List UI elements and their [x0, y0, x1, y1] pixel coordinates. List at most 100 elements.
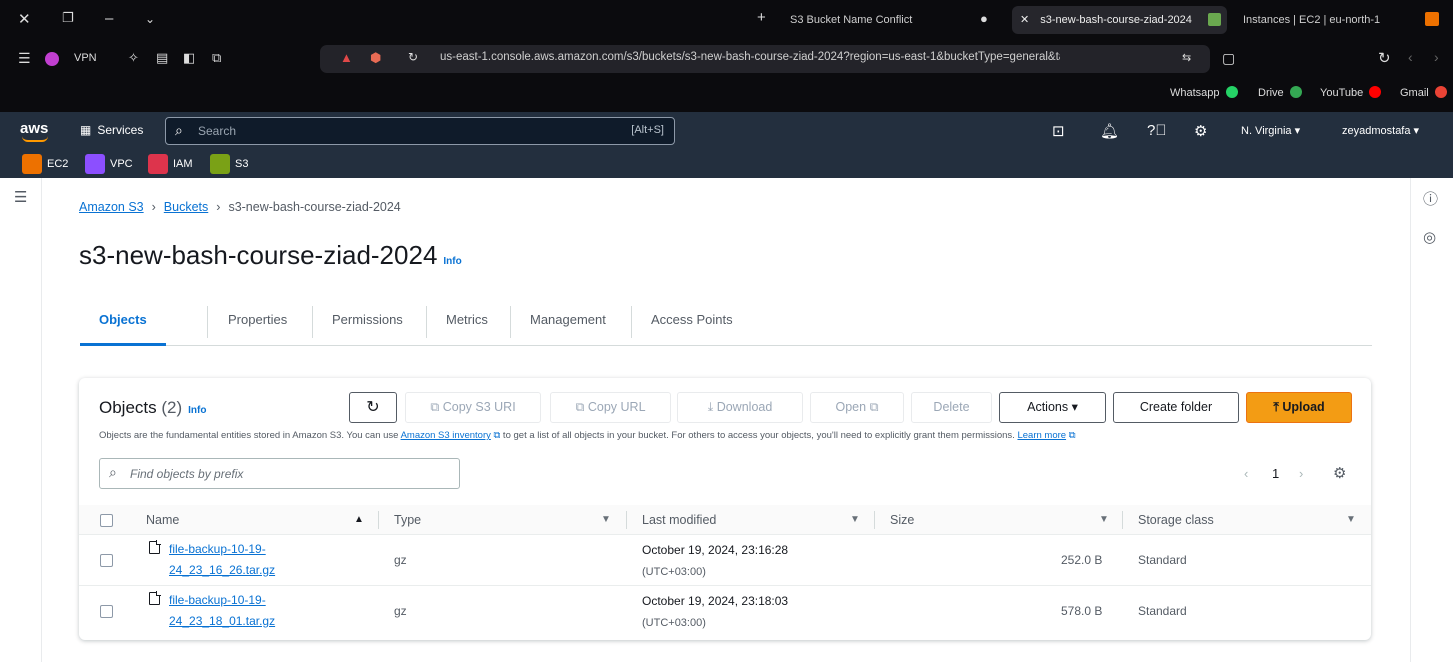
object-storage-class: Standard: [1138, 604, 1187, 618]
search-input[interactable]: ⌕ Search [Alt+S]: [165, 117, 675, 145]
chevron-right-icon: ›: [151, 200, 156, 214]
tab-permissions[interactable]: Permissions: [332, 312, 403, 327]
split-view-icon[interactable]: ◧: [183, 50, 195, 66]
breadcrumb-buckets[interactable]: Buckets: [164, 200, 208, 214]
tab-management[interactable]: Management: [530, 312, 606, 327]
pin-icon[interactable]: ✧: [128, 50, 139, 66]
delete-button[interactable]: Delete: [911, 392, 992, 423]
download-button[interactable]: ⤓ Download: [677, 392, 803, 423]
open-button[interactable]: Open ⧉: [810, 392, 904, 423]
column-name[interactable]: Name: [146, 513, 179, 527]
bookmark-icon[interactable]: ▢: [1222, 50, 1235, 67]
chevron-down-icon[interactable]: ⌄: [145, 12, 155, 26]
inventory-link[interactable]: Amazon S3 inventory: [401, 430, 491, 441]
bell-icon[interactable]: 🔔︎: [1100, 122, 1119, 140]
create-folder-button[interactable]: Create folder: [1113, 392, 1239, 423]
copy-url-button[interactable]: ⧉ Copy URL: [550, 392, 671, 423]
tab-s3-bucket[interactable]: ✕ s3-new-bash-course-ziad-2024: [1012, 6, 1227, 34]
object-name-link[interactable]: file-backup-10-19- 24_23_16_26.tar.gz: [169, 539, 314, 581]
vpn-label[interactable]: VPN: [74, 52, 97, 64]
favorite-vpc[interactable]: VPC: [85, 154, 133, 174]
select-all-checkbox[interactable]: [100, 514, 113, 527]
address-row: ☰ VPN ✧ ▤ ◧ ⧉ ▲ ⬢ ↻ us-east-1.console.aw…: [0, 40, 1453, 78]
next-page-icon[interactable]: ›: [1299, 466, 1303, 481]
table-row[interactable]: file-backup-10-19- 24_23_18_01.tar.gz gz…: [79, 586, 1371, 637]
column-type[interactable]: Type: [394, 513, 421, 527]
sort-icon[interactable]: ▼: [1099, 514, 1109, 525]
favorite-s3[interactable]: S3: [210, 154, 248, 174]
tab-bucket-name-conflict[interactable]: S3 Bucket Name Conflict: [790, 6, 960, 34]
external-link-icon: ⧉: [1066, 430, 1076, 441]
services-menu[interactable]: ▦ Services: [80, 123, 143, 137]
close-window-icon[interactable]: ✕: [18, 10, 31, 28]
objects-info-link[interactable]: Info: [188, 405, 206, 416]
account-menu[interactable]: zeyadmostafa ▾: [1342, 124, 1419, 137]
sort-icon[interactable]: ▼: [1346, 514, 1356, 525]
aws-logo[interactable]: aws: [20, 120, 49, 142]
upload-button[interactable]: ⤒ Upload: [1246, 392, 1352, 423]
actions-button[interactable]: Actions ▾: [999, 392, 1106, 423]
column-storage-class[interactable]: Storage class: [1138, 513, 1214, 527]
page-number[interactable]: 1: [1272, 466, 1279, 481]
feedback-icon[interactable]: ◎: [1423, 228, 1436, 246]
hamburger-menu-icon[interactable]: ☰: [14, 188, 27, 206]
site-info-icon[interactable]: ↻: [408, 50, 418, 64]
tab-divider: [631, 306, 632, 338]
help-icon[interactable]: ?⃝: [1147, 122, 1167, 139]
new-tab-icon[interactable]: +: [757, 9, 766, 26]
forward-icon[interactable]: ›: [1434, 49, 1439, 65]
tab-access-points[interactable]: Access Points: [651, 312, 733, 327]
find-objects-input[interactable]: ⌕ Find objects by prefix: [99, 458, 460, 489]
table-header: Name ▲ Type ▼ Last modified ▼ Size ▼ Sto…: [79, 505, 1371, 535]
file-icon: [149, 591, 161, 605]
iam-icon: [148, 154, 168, 174]
object-size: 252.0 B: [1061, 553, 1103, 567]
column-last-modified[interactable]: Last modified: [642, 513, 716, 527]
reload-icon[interactable]: ↻: [1378, 49, 1391, 67]
bookmark-gmail[interactable]: Gmail: [1400, 86, 1447, 99]
screenshot-icon[interactable]: ⧉: [212, 50, 221, 66]
settings-gear-icon[interactable]: ⚙: [1333, 464, 1346, 482]
column-size[interactable]: Size: [890, 513, 914, 527]
bookmark-youtube[interactable]: YouTube: [1320, 86, 1382, 99]
bookmark-whatsapp[interactable]: Whatsapp: [1170, 86, 1238, 99]
sort-icon[interactable]: ▼: [850, 514, 860, 525]
tab-properties[interactable]: Properties: [228, 312, 287, 327]
restore-window-icon[interactable]: ❐: [62, 10, 74, 26]
file-icon: [149, 540, 161, 554]
previous-page-icon[interactable]: ‹: [1244, 466, 1248, 481]
tune-icon[interactable]: ⇆: [1182, 51, 1191, 64]
minimize-window-icon[interactable]: –: [105, 10, 113, 27]
gear-icon[interactable]: ⚙: [1194, 122, 1207, 140]
info-link[interactable]: Info: [443, 256, 461, 267]
copy-s3-uri-button[interactable]: ⧉ Copy S3 URI: [405, 392, 541, 423]
tab-divider: [510, 306, 511, 338]
back-icon[interactable]: ‹: [1408, 49, 1413, 65]
tab-metrics[interactable]: Metrics: [446, 312, 488, 327]
row-checkbox[interactable]: [100, 554, 113, 567]
sidebar-icon[interactable]: ▤: [156, 50, 168, 66]
info-panel-icon[interactable]: ⓘ: [1423, 188, 1438, 209]
table-row[interactable]: file-backup-10-19- 24_23_16_26.tar.gz gz…: [79, 535, 1371, 586]
bucket-tabs: Objects Properties Permissions Metrics M…: [80, 298, 1372, 346]
region-selector[interactable]: N. Virginia ▾: [1241, 124, 1300, 137]
address-bar[interactable]: ▲ ⬢ ↻ us-east-1.console.aws.amazon.com/s…: [320, 45, 1210, 73]
refresh-button[interactable]: ↻: [349, 392, 397, 423]
menu-icon[interactable]: ☰: [18, 50, 31, 67]
breadcrumb-amazon-s3[interactable]: Amazon S3: [79, 200, 144, 214]
learn-more-link[interactable]: Learn more: [1017, 430, 1066, 441]
row-checkbox[interactable]: [100, 605, 113, 618]
sort-icon[interactable]: ▼: [601, 514, 611, 525]
sort-ascending-icon[interactable]: ▲: [354, 514, 364, 525]
tab-objects[interactable]: Objects: [99, 312, 147, 327]
tab-close-icon[interactable]: ✕: [1020, 14, 1029, 26]
s3-favicon: [1208, 13, 1221, 26]
favorite-iam[interactable]: IAM: [148, 154, 193, 174]
object-name-link[interactable]: file-backup-10-19- 24_23_18_01.tar.gz: [169, 590, 314, 632]
bookmark-drive[interactable]: Drive: [1258, 86, 1302, 99]
refresh-icon: ↻: [366, 399, 380, 416]
cloudshell-icon[interactable]: ⊡: [1052, 122, 1065, 140]
favorite-ec2[interactable]: EC2: [22, 154, 68, 174]
tab-ec2-instances[interactable]: Instances | EC2 | eu-north-1: [1243, 6, 1408, 34]
shield-icon[interactable]: ⬢: [370, 50, 381, 66]
